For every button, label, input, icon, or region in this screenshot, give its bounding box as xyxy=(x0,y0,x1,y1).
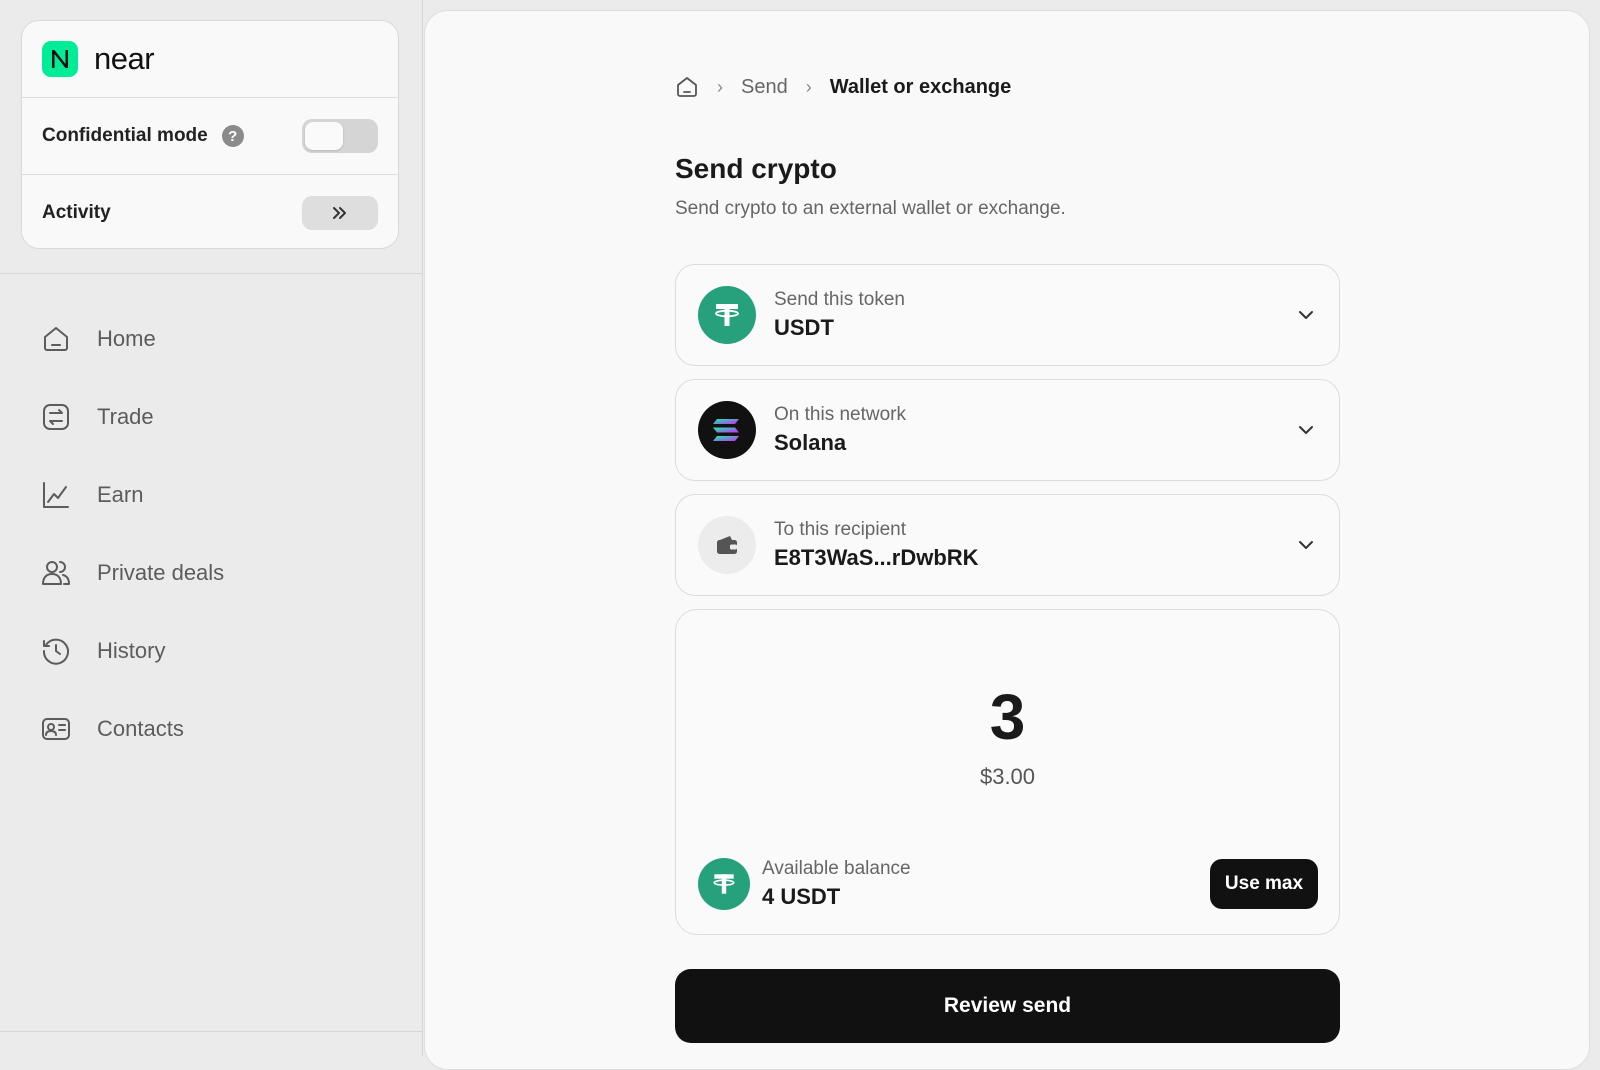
home-icon[interactable] xyxy=(675,75,699,99)
amount-card: 3 $3.00 Available balance 4 USDT Use max xyxy=(675,609,1340,935)
breadcrumb: › Send › Wallet or exchange xyxy=(675,75,1011,99)
chevron-down-icon xyxy=(1299,541,1313,549)
sidebar-item-contacts[interactable]: Contacts xyxy=(41,690,224,768)
question-icon[interactable]: ? xyxy=(221,125,244,147)
near-logo-icon xyxy=(42,41,78,77)
chart-line-icon xyxy=(43,482,69,508)
amount-input[interactable]: 3 xyxy=(676,680,1339,754)
page-subtitle: Send crypto to an external wallet or exc… xyxy=(675,198,1066,219)
double-chevron-right-icon xyxy=(333,206,346,219)
confidential-mode-label: Confidential mode xyxy=(42,125,208,146)
sidebar-nav: Home Trade Earn Private deals History Co… xyxy=(41,300,224,768)
sidebar-item-label: Contacts xyxy=(97,716,184,741)
brand-logo[interactable]: near xyxy=(22,21,398,98)
toggle-knob xyxy=(305,122,343,150)
sidebar-item-private-deals[interactable]: Private deals xyxy=(41,534,224,612)
tether-icon xyxy=(698,858,750,910)
token-select-value: USDT xyxy=(774,315,834,340)
chevron-down-icon xyxy=(1299,426,1313,434)
recipient-select-value: E8T3WaS...rDwbRK xyxy=(774,545,979,570)
sidebar: near Confidential mode ? Activity Home T… xyxy=(0,0,423,1056)
solana-icon xyxy=(698,401,756,459)
sidebar-item-history[interactable]: History xyxy=(41,612,224,690)
token-select-text: Send this token USDT xyxy=(774,289,905,341)
token-select-label: Send this token xyxy=(774,289,905,310)
amount-usd-value: $3.00 xyxy=(979,764,1036,789)
token-select[interactable]: Send this token USDT xyxy=(675,264,1340,366)
history-icon xyxy=(42,638,69,665)
chevron-down-icon xyxy=(1299,311,1313,319)
recipient-select-text: To this recipient E8T3WaS...rDwbRK xyxy=(774,519,979,571)
sidebar-item-label: Earn xyxy=(97,482,144,507)
activity-expand-button[interactable] xyxy=(302,195,378,230)
tether-icon xyxy=(698,286,756,344)
sidebar-item-label: Trade xyxy=(97,404,154,429)
trade-icon xyxy=(43,404,69,430)
sidebar-item-home[interactable]: Home xyxy=(41,300,224,378)
page-title: Send crypto xyxy=(675,153,837,184)
recipient-select[interactable]: To this recipient E8T3WaS...rDwbRK xyxy=(675,494,1340,596)
confidential-mode-row: Confidential mode ? xyxy=(22,98,398,174)
confidential-mode-toggle[interactable] xyxy=(302,119,378,153)
breadcrumb-current: Wallet or exchange xyxy=(829,75,1012,98)
activity-row: Activity xyxy=(22,174,398,248)
contact-card-icon xyxy=(42,718,70,740)
recipient-select-label: To this recipient xyxy=(774,519,907,540)
balance-text: Available balance 4 USDT xyxy=(762,858,911,910)
sidebar-item-label: History xyxy=(97,638,166,663)
sidebar-divider xyxy=(0,273,423,274)
sidebar-item-trade[interactable]: Trade xyxy=(41,378,224,456)
network-select-text: On this network Solana xyxy=(774,404,906,456)
sidebar-bottom-divider xyxy=(0,1031,423,1032)
sidebar-item-label: Home xyxy=(97,326,156,351)
balance-label: Available balance xyxy=(762,858,911,879)
chevron-right-icon: › xyxy=(717,76,723,97)
chevron-right-icon: › xyxy=(805,76,812,97)
review-send-button[interactable]: Review send xyxy=(675,969,1340,1043)
brand-name: near xyxy=(94,41,155,76)
main-panel: › Send › Wallet or exchange Send crypto … xyxy=(424,10,1590,1070)
activity-label: Activity xyxy=(42,201,111,223)
breadcrumb-send[interactable]: Send xyxy=(741,76,788,99)
users-icon xyxy=(42,561,70,585)
network-select[interactable]: On this network Solana xyxy=(675,379,1340,481)
balance-row: Available balance 4 USDT Use max xyxy=(698,858,1318,910)
sidebar-item-label: Private deals xyxy=(97,560,225,585)
network-select-label: On this network xyxy=(774,404,906,425)
home-icon xyxy=(44,327,68,351)
use-max-button[interactable]: Use max xyxy=(1210,859,1318,909)
balance-value: 4 USDT xyxy=(762,884,841,909)
network-select-value: Solana xyxy=(774,430,847,455)
sidebar-top-card: near Confidential mode ? Activity xyxy=(21,20,399,249)
sidebar-item-earn[interactable]: Earn xyxy=(41,456,224,534)
wallet-icon xyxy=(698,516,756,574)
